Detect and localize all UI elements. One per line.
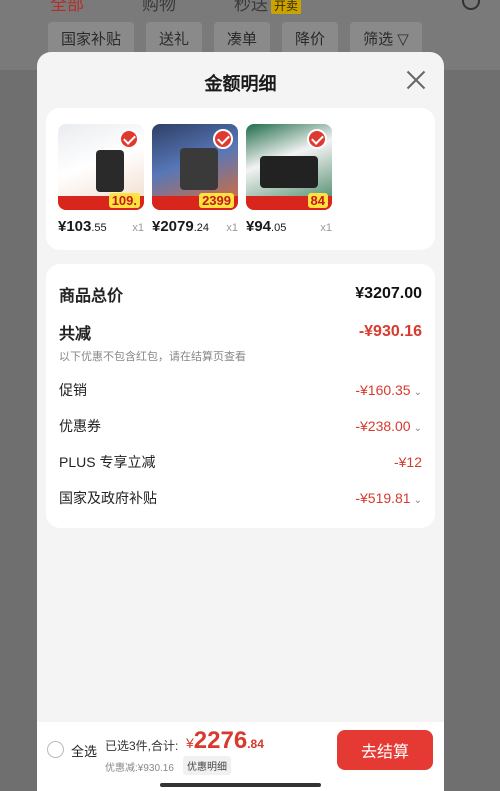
chip-gift: 送礼 (146, 22, 203, 55)
plus-discount-value: -¥12 (393, 454, 422, 470)
select-all-label[interactable]: 全选 (71, 741, 97, 760)
product-qty: x1 (132, 222, 144, 234)
checkout-button[interactable]: 去结算 (337, 730, 433, 770)
discount-note: 以下优惠不包含红包，请在结算页查看 (59, 351, 246, 363)
product-shape (96, 150, 124, 192)
promo-price: 2399 (199, 193, 234, 208)
promo-price: 84 (307, 193, 328, 208)
chip-price-drop: 降价 (282, 22, 339, 55)
chip-filter: 筛选 ▽ (350, 22, 422, 55)
sheet-header: 金额明细 (37, 52, 444, 108)
reduce-value: -¥930.16 (358, 323, 422, 340)
chevron-down-icon: ⌄ (413, 423, 422, 434)
product-shape (180, 148, 218, 190)
checked-icon[interactable] (213, 129, 233, 149)
filter-chips: 国家补贴 送礼 凑单 降价 筛选 ▽ (48, 22, 422, 55)
product-price: ¥2079.24 (152, 218, 210, 235)
promotion-row[interactable]: 促销 -¥160.35 ⌄ (59, 372, 422, 408)
tab-badge: 开卖 (271, 0, 302, 14)
product-image: 84 (246, 124, 332, 210)
checked-icon[interactable] (307, 129, 327, 149)
background-tabs: 全部 购物 秒送 开卖 (50, 0, 302, 15)
total-amount: ¥2276.84 (186, 727, 264, 754)
product-item[interactable]: 2399 ¥2079.24 x1 (152, 124, 238, 250)
subsidy-label: 国家及政府补贴 (59, 490, 157, 506)
total-value: ¥3207.00 (355, 285, 422, 302)
product-list: 109. ¥103.55 x1 2399 ¥2079.24 x1 84 ¥94.… (46, 108, 435, 250)
product-qty: x1 (320, 222, 332, 234)
tab-instant: 秒送 开卖 (234, 0, 302, 15)
product-image: 109. (58, 124, 144, 210)
selected-info: 已选3件,合计: (105, 739, 179, 753)
coupon-row[interactable]: 优惠券 -¥238.00 ⌄ (59, 408, 422, 444)
price-summary: 商品总价 ¥3207.00 共减 -¥930.16 以下优惠不包含红包，请在结算… (46, 264, 435, 528)
discount-detail-button[interactable]: 优惠明细 (183, 756, 231, 775)
close-icon[interactable] (406, 70, 426, 90)
tab-all: 全部 (50, 0, 84, 14)
promotion-label: 促销 (59, 382, 87, 398)
checked-icon[interactable] (119, 129, 139, 149)
chip-combine: 凑单 (214, 22, 271, 55)
product-item[interactable]: 109. ¥103.55 x1 (58, 124, 144, 250)
promotion-value: -¥160.35 ⌄ (355, 382, 422, 398)
coupon-value: -¥238.00 ⌄ (355, 418, 422, 434)
total-row: 商品总价 ¥3207.00 (59, 280, 422, 308)
product-price: ¥94.05 (246, 218, 287, 235)
chevron-down-icon: ⌄ (413, 495, 422, 506)
promo-price: 109. (108, 193, 140, 208)
chevron-down-icon: ⌄ (413, 387, 422, 398)
checkout-bar: 全选 已选3件,合计: ¥2276.84 优惠减:¥930.16 优惠明细 去结… (37, 722, 444, 791)
tab-shopping: 购物 (142, 0, 176, 14)
subsidy-value: -¥519.81 ⌄ (355, 490, 422, 506)
reduce-label: 共减 (59, 326, 92, 343)
total-label: 商品总价 (59, 288, 124, 305)
reduce-row: 共减 -¥930.16 (59, 320, 422, 344)
chip-national-subsidy: 国家补贴 (48, 22, 135, 55)
subsidy-row[interactable]: 国家及政府补贴 -¥519.81 ⌄ (59, 480, 422, 516)
coupon-label: 优惠券 (59, 418, 101, 434)
product-image: 2399 (152, 124, 238, 210)
product-qty: x1 (226, 222, 238, 234)
amount-detail-sheet: 金额明细 109. ¥103.55 x1 2399 ¥2079.24 x1 84… (37, 52, 444, 791)
product-item[interactable]: 84 ¥94.05 x1 (246, 124, 332, 250)
product-price: ¥103.55 (58, 218, 107, 235)
plus-discount-label: PLUS 专享立减 (59, 454, 156, 470)
discount-amount: 优惠减:¥930.16 (105, 763, 174, 774)
home-indicator (160, 783, 321, 787)
sheet-title: 金额明细 (204, 74, 277, 94)
plus-discount-row: PLUS 专享立减 -¥12 (59, 444, 422, 480)
select-all-radio[interactable] (47, 741, 64, 758)
product-shape (260, 156, 318, 188)
